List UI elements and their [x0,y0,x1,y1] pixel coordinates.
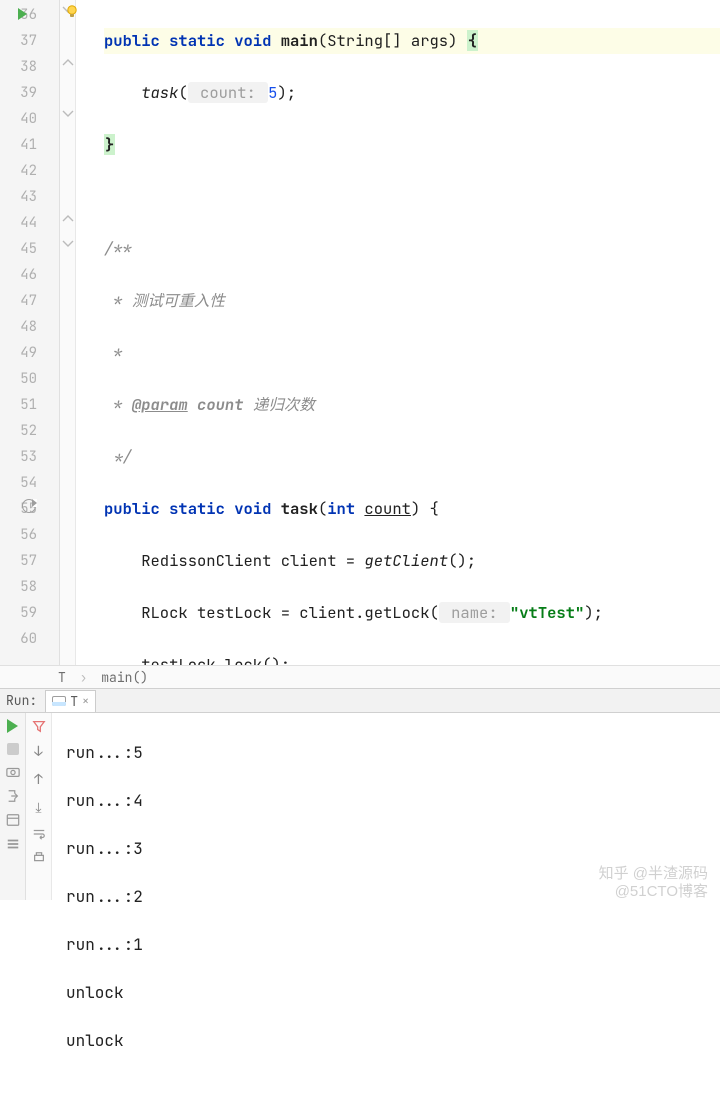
code-line[interactable]: public static void task(int count) { [104,496,720,522]
code-line[interactable]: } [104,132,720,158]
run-toolbar-primary [0,713,26,900]
scroll-end-icon[interactable]: ⤓ [35,799,41,817]
line-number: 57 [20,552,37,570]
line-number: 41 [20,136,37,154]
run-label: Run: [6,692,37,709]
line-number: 60 [20,630,37,648]
fold-open-icon[interactable] [62,238,74,250]
filter-icon[interactable] [32,719,46,733]
line-number: 49 [20,344,37,362]
output-line: run...:3 [66,837,720,861]
breadcrumb-separator: › [80,669,88,686]
intention-bulb-icon[interactable] [64,4,80,20]
line-number-gutter: 36 37 38 39 40 41 42 43 44 45 46 47 48 4… [0,0,60,665]
line-number: 45 [20,240,37,258]
stop-icon[interactable] [7,743,19,755]
run-tab-name: T [70,693,78,710]
run-tool-window-header: Run: T × [0,689,720,713]
code-line[interactable]: RLock testLock = client.getLock( name: "… [104,600,720,626]
breadcrumb[interactable]: T › main() [0,665,720,689]
code-line[interactable]: */ [104,444,720,470]
code-line[interactable]: * 测试可重入性 [104,288,720,314]
line-number: 37 [20,32,37,50]
code-line[interactable]: RedissonClient client = getClient(); [104,548,720,574]
close-icon[interactable]: × [82,693,89,709]
output-line: unlock [66,1029,720,1053]
breadcrumb-item[interactable]: T [58,669,66,686]
line-number: 50 [20,370,37,388]
line-number: 40 [20,110,37,128]
line-number: 52 [20,422,37,440]
code-line[interactable]: testLock.lock(); [104,652,720,665]
run-line-icon[interactable] [18,8,27,20]
line-number: 46 [20,266,37,284]
exit-icon[interactable] [6,789,20,803]
code-area[interactable]: public static void main(String[] args) {… [76,0,720,665]
fold-strip [60,0,76,665]
watermark: 知乎 @半渣源码 @51CTO博客 [599,865,708,901]
output-line: run...:4 [66,789,720,813]
line-number: 59 [20,604,37,622]
line-number: 38 [20,58,37,76]
settings-icon[interactable] [6,837,20,851]
code-line[interactable]: * [104,340,720,366]
output-line: run...:5 [66,741,720,765]
run-toolbar-secondary: ↓ ↑ ⤓ [26,713,52,900]
fold-open-icon[interactable] [62,108,74,120]
output-line: run...:1 [66,933,720,957]
line-number: 47 [20,292,37,310]
line-number: 42 [20,162,37,180]
layout-icon[interactable] [6,813,20,827]
code-line[interactable]: /** [104,236,720,262]
recursive-call-icon[interactable] [22,496,36,522]
fold-close-icon[interactable] [62,56,74,68]
line-number: 54 [20,474,37,492]
camera-icon[interactable] [6,765,20,779]
line-number: 48 [20,318,37,336]
code-line[interactable]: * @param count 递归次数 [104,392,720,418]
line-number: 53 [20,448,37,466]
line-number: 39 [20,84,37,102]
breadcrumb-item[interactable]: main() [101,669,148,686]
rerun-icon[interactable] [7,719,18,733]
code-line[interactable]: task( count: 5); [104,80,720,106]
code-editor[interactable]: 36 37 38 39 40 41 42 43 44 45 46 47 48 4… [0,0,720,665]
line-number: 58 [20,578,37,596]
output-line: unlock [66,981,720,1005]
run-config-tab[interactable]: T × [45,690,96,712]
line-number: 56 [20,526,37,544]
scroll-down-icon[interactable]: ↓ [34,743,42,761]
fold-close-icon[interactable] [62,212,74,224]
line-number: 44 [20,214,37,232]
code-line[interactable] [104,184,720,210]
print-icon[interactable] [32,851,46,865]
line-number: 51 [20,396,37,414]
code-line[interactable]: public static void main(String[] args) { [104,28,720,54]
panel-icon [52,696,66,706]
scroll-up-icon[interactable]: ↑ [34,771,42,789]
line-number: 43 [20,188,37,206]
soft-wrap-icon[interactable] [32,827,46,841]
